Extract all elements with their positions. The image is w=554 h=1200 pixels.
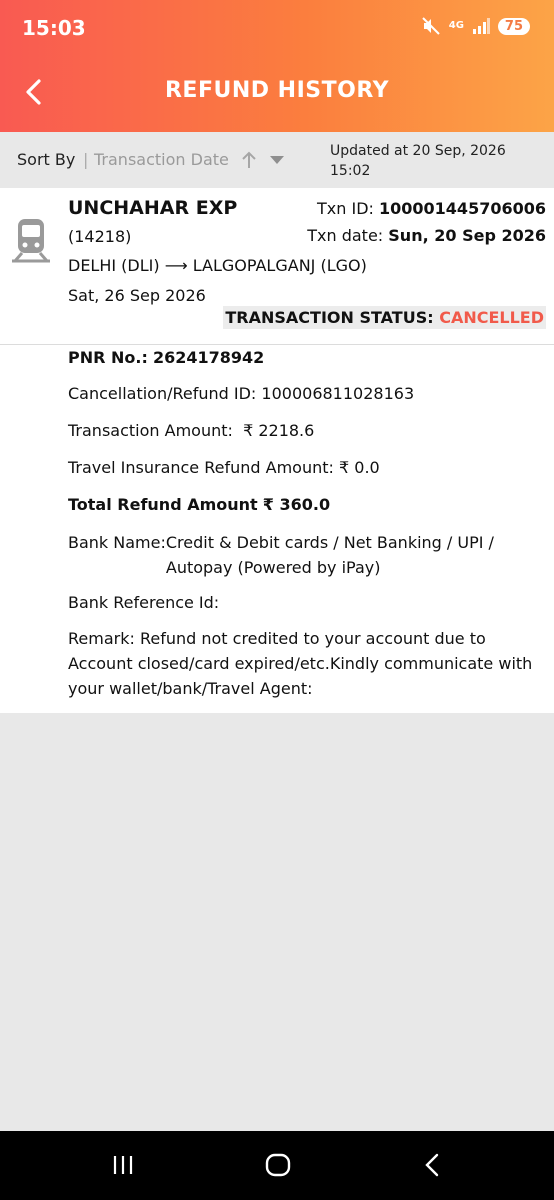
train-icon xyxy=(12,219,50,263)
bank-reference-row: Bank Reference Id: xyxy=(68,590,219,615)
updated-timestamp: Updated at 20 Sep, 2026 15:02 xyxy=(330,143,506,179)
arrow-up-icon[interactable] xyxy=(240,150,258,170)
txn-date-label: Txn date: xyxy=(307,226,384,245)
cancellation-label: Cancellation/Refund ID: xyxy=(68,384,257,403)
sort-value-dropdown[interactable]: Transaction Date xyxy=(94,150,229,169)
pnr-label: PNR No.: xyxy=(68,348,148,367)
cancellation-id: 100006811028163 xyxy=(261,384,415,403)
recents-icon[interactable] xyxy=(108,1150,138,1180)
pnr-row: PNR No.: 2624178942 xyxy=(68,345,264,370)
route: DELHI (DLI) ⟶ LALGOPALGANJ (LGO) xyxy=(68,256,367,275)
txn-date: Txn date: Sun, 20 Sep 2026 xyxy=(307,226,546,245)
train-number: (14218) xyxy=(68,227,132,246)
insurance-value: ₹ 0.0 xyxy=(339,458,380,477)
status-value: CANCELLED xyxy=(439,308,544,327)
txn-amount-label: Transaction Amount: xyxy=(68,421,233,440)
remark: Remark: Refund not credited to your acco… xyxy=(68,629,533,698)
bank-reference-label: Bank Reference Id: xyxy=(68,593,220,612)
status-label: TRANSACTION STATUS: xyxy=(225,308,434,327)
txn-id-label: Txn ID: xyxy=(317,199,374,218)
total-refund-value: ₹ 360.0 xyxy=(262,495,331,514)
bank-name-label: Bank Name: xyxy=(68,533,166,552)
pnr-value: 2624178942 xyxy=(152,348,265,367)
bank-name-value: Credit & Debit cards / Net Banking / UPI… xyxy=(165,533,494,577)
txn-date-value: Sun, 20 Sep 2026 xyxy=(388,226,546,245)
txn-amount-row: Transaction Amount: ₹ 2218.6 xyxy=(68,418,314,443)
home-icon[interactable] xyxy=(263,1150,293,1180)
status-time: 15:03 xyxy=(22,16,86,40)
sort-separator: | xyxy=(83,150,89,169)
cancellation-row: Cancellation/Refund ID: 100006811028163 xyxy=(68,381,414,406)
total-refund-row: Total Refund Amount ₹ 360.0 xyxy=(68,492,330,517)
system-icons: 4G 75 xyxy=(421,16,530,36)
txn-id-value: 100001445706006 xyxy=(379,199,546,218)
network-type: 4G xyxy=(448,20,464,31)
chevron-down-icon[interactable] xyxy=(269,155,285,165)
insurance-label: Travel Insurance Refund Amount: xyxy=(68,458,334,477)
journey-date: Sat, 26 Sep 2026 xyxy=(68,286,206,305)
txn-amount-value: ₹ 2218.6 xyxy=(243,421,315,440)
sort-by-label: Sort By xyxy=(17,150,76,169)
insurance-row: Travel Insurance Refund Amount: ₹ 0.0 xyxy=(68,455,380,480)
train-name: UNCHAHAR EXP xyxy=(68,197,238,219)
status-badge: TRANSACTION STATUS: CANCELLED xyxy=(223,306,546,329)
status-bar: 15:03 4G 75 xyxy=(0,0,554,56)
txn-id: Txn ID: 100001445706006 xyxy=(317,199,546,218)
mute-icon xyxy=(422,17,440,35)
page-title: REFUND HISTORY xyxy=(164,78,389,103)
signal-icon xyxy=(472,18,490,34)
back-icon[interactable] xyxy=(418,1150,448,1180)
total-refund-label: Total Refund Amount xyxy=(68,495,258,514)
battery-icon: 75 xyxy=(497,17,530,35)
bank-name-row: Bank Name: Credit & Debit cards / Net Ba… xyxy=(68,530,538,580)
